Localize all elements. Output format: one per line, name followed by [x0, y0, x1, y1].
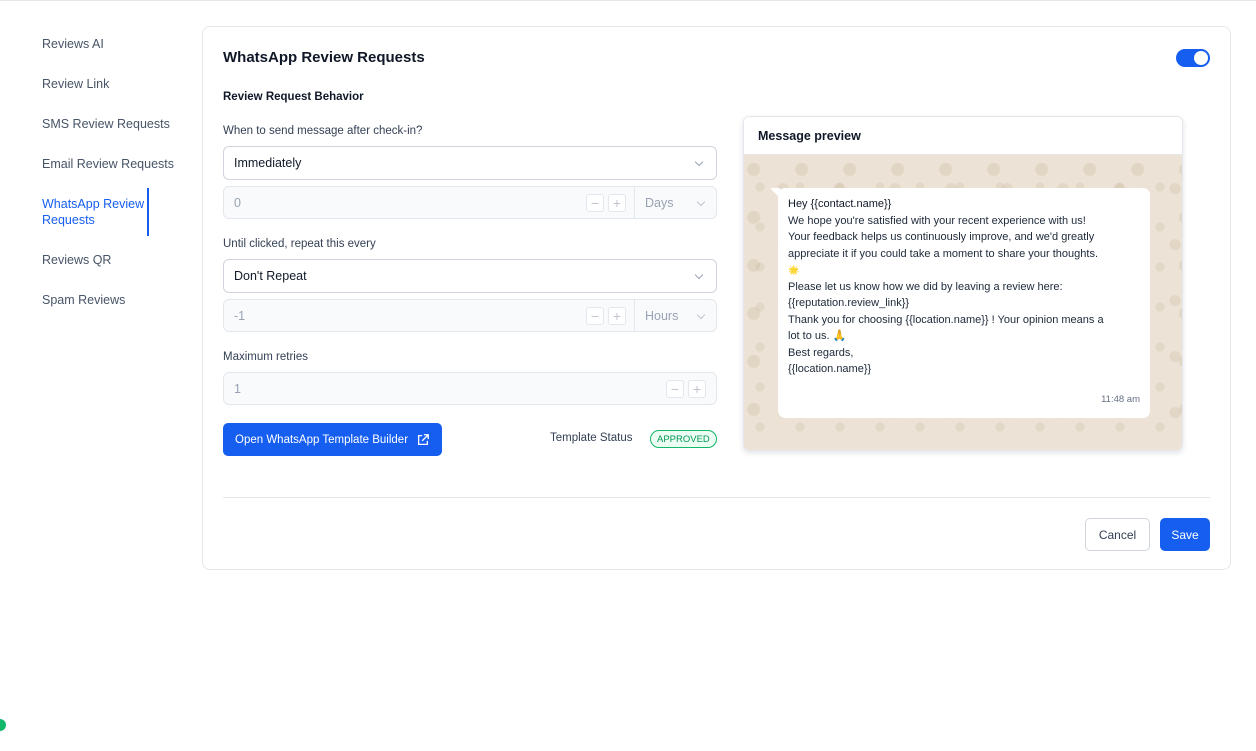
max-retries-label: Maximum retries	[223, 351, 308, 363]
decrement-button[interactable]: −	[586, 306, 604, 325]
sidebar-item-spam-reviews[interactable]: Spam Reviews	[0, 284, 190, 316]
increment-button[interactable]: +	[608, 193, 626, 212]
send-after-unit: Days	[645, 195, 674, 210]
message-line: Your feedback helps us continuously impr…	[788, 231, 1095, 243]
message-line: lot to us. 🙏	[788, 330, 847, 342]
open-template-builder-label: Open WhatsApp Template Builder	[235, 433, 409, 446]
chevron-down-icon	[696, 310, 706, 320]
whatsapp-settings-card: WhatsApp Review Requests Review Request …	[202, 26, 1231, 570]
message-time: 11:48 am	[1101, 393, 1140, 405]
repeat-number-input[interactable]: -1 − + Hours	[223, 299, 717, 332]
chat-background: Hey {{contact.name}} We hope you're sati…	[744, 155, 1182, 450]
message-line: {{reputation.review_link}}	[788, 297, 910, 309]
chevron-down-icon	[694, 157, 704, 167]
external-link-icon	[418, 433, 429, 445]
increment-button[interactable]: +	[608, 306, 626, 325]
increment-button[interactable]: +	[688, 379, 706, 398]
send-after-value: 0	[234, 195, 241, 210]
repeat-label: Until clicked, repeat this every	[223, 238, 376, 250]
sidebar-item-whatsapp-review-requests[interactable]: WhatsApp Review Requests	[0, 188, 150, 236]
sidebar-item-reviews-qr[interactable]: Reviews QR	[0, 244, 190, 276]
sidebar-item-sms-review-requests[interactable]: SMS Review Requests	[0, 108, 190, 140]
repeat-select[interactable]: Don't Repeat	[223, 259, 717, 293]
chevron-down-icon	[694, 270, 704, 280]
message-preview: Message preview Hey {{contact.name}} We …	[743, 116, 1183, 451]
send-after-selected: Immediately	[234, 156, 302, 170]
repeat-selected: Don't Repeat	[234, 269, 307, 283]
decrement-button[interactable]: −	[666, 379, 684, 398]
send-after-unit-select[interactable]: Days	[634, 187, 716, 218]
message-line: 🌟	[788, 265, 800, 275]
message-line: appreciate it if you could take a moment…	[788, 247, 1099, 260]
status-dot-icon	[0, 719, 6, 731]
sidebar-item-reviews-ai[interactable]: Reviews AI	[0, 28, 190, 60]
sidebar-item-review-link[interactable]: Review Link	[0, 68, 190, 100]
message-line: Thank you for choosing {{location.name}}…	[788, 313, 1104, 326]
repeat-unit-select[interactable]: Hours	[634, 300, 716, 331]
max-retries-value: 1	[234, 381, 241, 396]
save-button[interactable]: Save	[1160, 518, 1210, 551]
status-badge: APPROVED	[650, 430, 717, 448]
decrement-button[interactable]: −	[586, 193, 604, 212]
send-after-number-input[interactable]: 0 − + Days	[223, 186, 717, 219]
repeat-value: -1	[234, 308, 246, 323]
message-line: {{location.name}}	[788, 363, 872, 375]
message-line: We hope you're satisfied with your recen…	[788, 214, 1086, 227]
chevron-down-icon	[696, 197, 706, 207]
message-line: Best regards,	[788, 346, 854, 359]
enable-toggle[interactable]	[1176, 49, 1210, 67]
open-template-builder-button[interactable]: Open WhatsApp Template Builder	[223, 423, 443, 456]
message-line: Please let us know how we did by leaving…	[788, 280, 1063, 293]
send-after-label: When to send message after check-in?	[223, 125, 423, 137]
message-bubble: Hey {{contact.name}} We hope you're sati…	[770, 188, 1150, 418]
repeat-unit: Hours	[645, 308, 679, 323]
settings-sidebar: Reviews AI Review Link SMS Review Reques…	[0, 28, 190, 324]
section-title: Review Request Behavior	[223, 91, 364, 103]
send-after-select[interactable]: Immediately	[223, 146, 717, 180]
top-divider	[0, 0, 1256, 1]
cancel-button[interactable]: Cancel	[1085, 518, 1150, 551]
footer-divider	[223, 497, 1210, 498]
card-title: WhatsApp Review Requests	[223, 49, 425, 66]
template-status-label: Template Status	[550, 432, 633, 444]
max-retries-input[interactable]: 1 − +	[223, 372, 717, 405]
message-line: Hey {{contact.name}}	[788, 198, 892, 210]
sidebar-item-email-review-requests[interactable]: Email Review Requests	[0, 148, 190, 180]
preview-title: Message preview	[744, 117, 1182, 155]
